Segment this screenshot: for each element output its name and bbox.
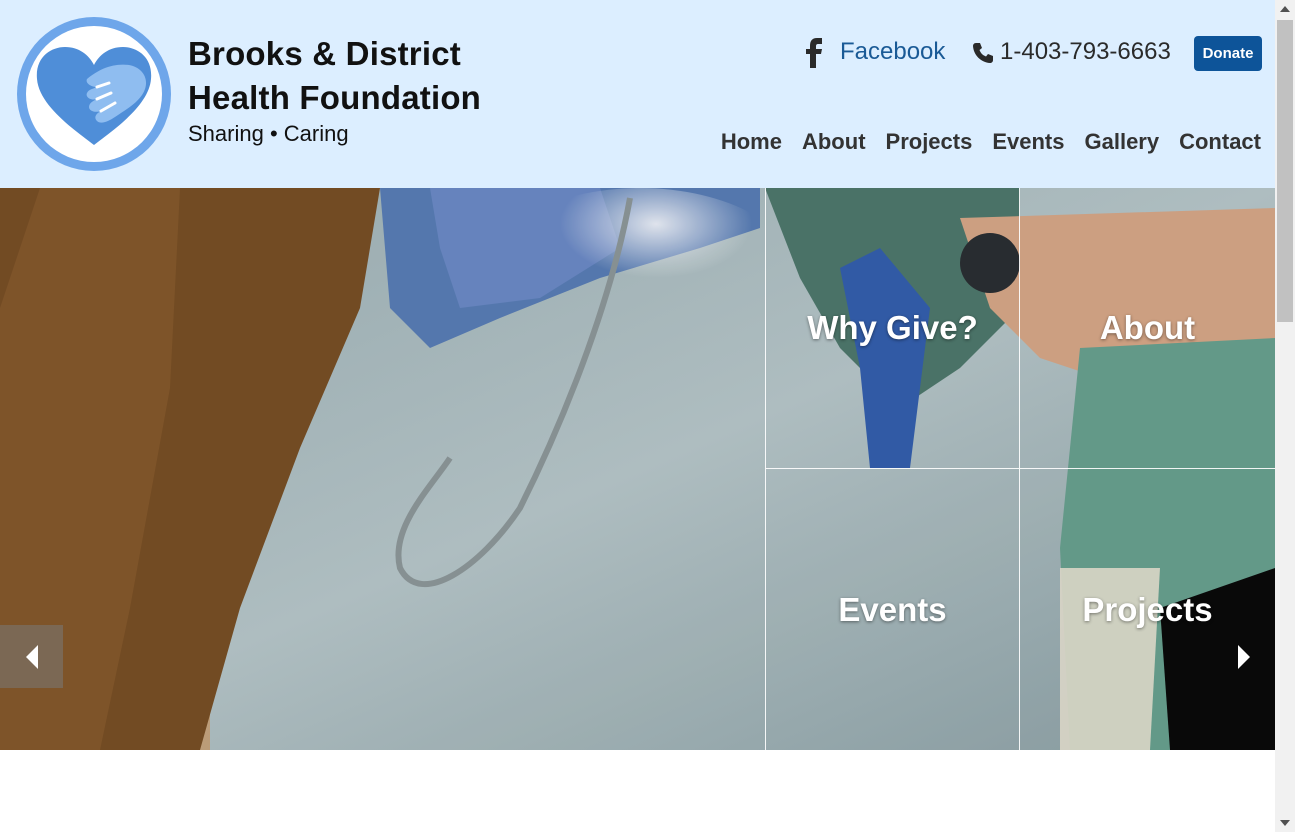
tile-why-give[interactable]: Why Give? — [765, 188, 1020, 469]
caret-left-icon — [25, 644, 38, 669]
site-title-line2: Health Foundation — [188, 79, 482, 116]
scrollbar-thumb[interactable] — [1277, 20, 1293, 322]
caret-right-icon — [1237, 644, 1250, 669]
facebook-icon[interactable] — [805, 38, 825, 68]
nav-events[interactable]: Events — [992, 126, 1064, 158]
slider-next-button[interactable] — [1212, 625, 1275, 688]
scroll-down-icon — [1280, 820, 1290, 826]
nav-about[interactable]: About — [802, 126, 866, 158]
site-title-line1: Brooks & District — [188, 35, 461, 72]
scroll-up-button[interactable] — [1275, 0, 1295, 18]
vertical-scrollbar[interactable] — [1275, 0, 1295, 832]
tile-projects[interactable]: Projects — [1020, 469, 1275, 750]
scroll-up-icon — [1280, 6, 1290, 12]
site-header: Brooks & District Health Foundation Shar… — [0, 0, 1275, 188]
phone-icon — [973, 43, 993, 63]
tile-about[interactable]: About — [1020, 188, 1275, 469]
scroll-down-button[interactable] — [1275, 814, 1295, 832]
phone-number[interactable]: 1-403-793-6663 — [1000, 38, 1171, 66]
site-title[interactable]: Brooks & District Health Foundation — [188, 32, 481, 120]
tile-why-give-label: Why Give? — [807, 309, 978, 346]
tile-about-label: About — [1099, 309, 1196, 346]
tile-projects-label: Projects — [1082, 590, 1213, 628]
hero-slider: Why Give? About Events Projects — [0, 188, 1275, 750]
nav-contact[interactable]: Contact — [1179, 126, 1261, 158]
facebook-link[interactable]: Facebook — [840, 38, 945, 66]
tile-events[interactable]: Events — [765, 469, 1020, 750]
nav-gallery[interactable]: Gallery — [1085, 126, 1160, 158]
foundation-logo[interactable] — [13, 13, 175, 175]
page: Brooks & District Health Foundation Shar… — [0, 0, 1275, 832]
site-tagline: Sharing • Caring — [188, 121, 349, 146]
main-nav: Home About Projects Events Gallery Conta… — [701, 126, 1261, 158]
nav-projects[interactable]: Projects — [886, 126, 973, 158]
tile-events-label: Events — [838, 590, 947, 628]
donate-button[interactable]: Donate — [1194, 36, 1262, 71]
nav-home[interactable]: Home — [721, 126, 782, 158]
slider-prev-button[interactable] — [0, 625, 63, 688]
